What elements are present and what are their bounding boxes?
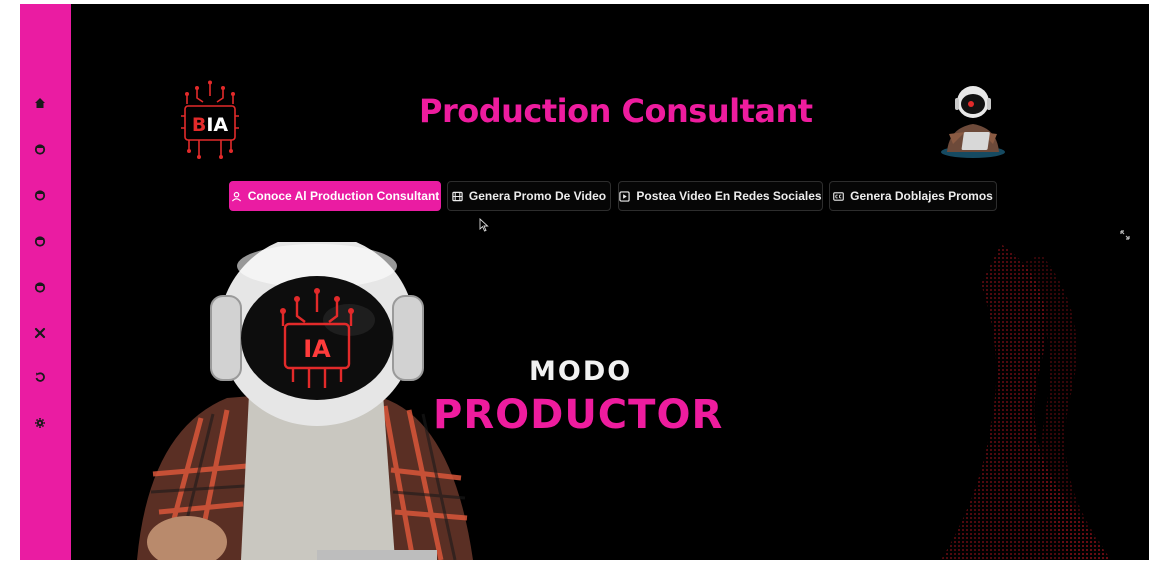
gear-icon[interactable]: [32, 415, 48, 431]
bia-logo: BIA: [181, 80, 239, 159]
avatar: [941, 86, 1005, 158]
main-content: BIA Production Consultant Conoce Al Prod…: [71, 4, 1149, 560]
app-window: BIA Production Consultant Conoce Al Prod…: [20, 4, 1149, 560]
red-wave-graphic: [941, 244, 1111, 560]
film-icon: [452, 191, 463, 201]
logo-text: BIA: [192, 114, 229, 136]
circle-icon[interactable]: [32, 279, 48, 295]
mode-label: MODO: [529, 356, 633, 387]
cc-icon: [833, 191, 844, 201]
sidebar: [20, 4, 71, 560]
home-icon[interactable]: [32, 95, 48, 111]
circle-icon[interactable]: [32, 141, 48, 157]
tab-label: Conoce Al Production Consultant: [247, 189, 440, 203]
tab-label: Genera Promo De Video: [468, 189, 607, 203]
circle-icon[interactable]: [32, 187, 48, 203]
circle-icon[interactable]: [32, 233, 48, 249]
page-title: Production Consultant: [419, 92, 813, 130]
tab-postea-video-en-redes-sociales[interactable]: Postea Video En Redes Sociales: [618, 181, 823, 211]
play-square-icon: [619, 190, 631, 202]
tab-genera-promo-de-video[interactable]: Genera Promo De Video: [447, 181, 611, 211]
tab-conoce-production-consultant[interactable]: Conoce Al Production Consultant: [229, 181, 441, 211]
mouse-cursor-icon: [479, 218, 489, 232]
refresh-icon[interactable]: [32, 369, 48, 385]
tab-genera-doblajes-promos[interactable]: Genera Doblajes Promos: [829, 181, 997, 211]
expand-icon[interactable]: [1118, 228, 1132, 242]
tab-label: Genera Doblajes Promos: [850, 189, 993, 203]
helmet-text: IA: [303, 335, 331, 363]
x-icon[interactable]: [32, 325, 48, 341]
tab-label: Postea Video En Redes Sociales: [636, 189, 822, 203]
user-icon: [231, 191, 241, 202]
mode-value: PRODUCTOR: [433, 392, 724, 438]
